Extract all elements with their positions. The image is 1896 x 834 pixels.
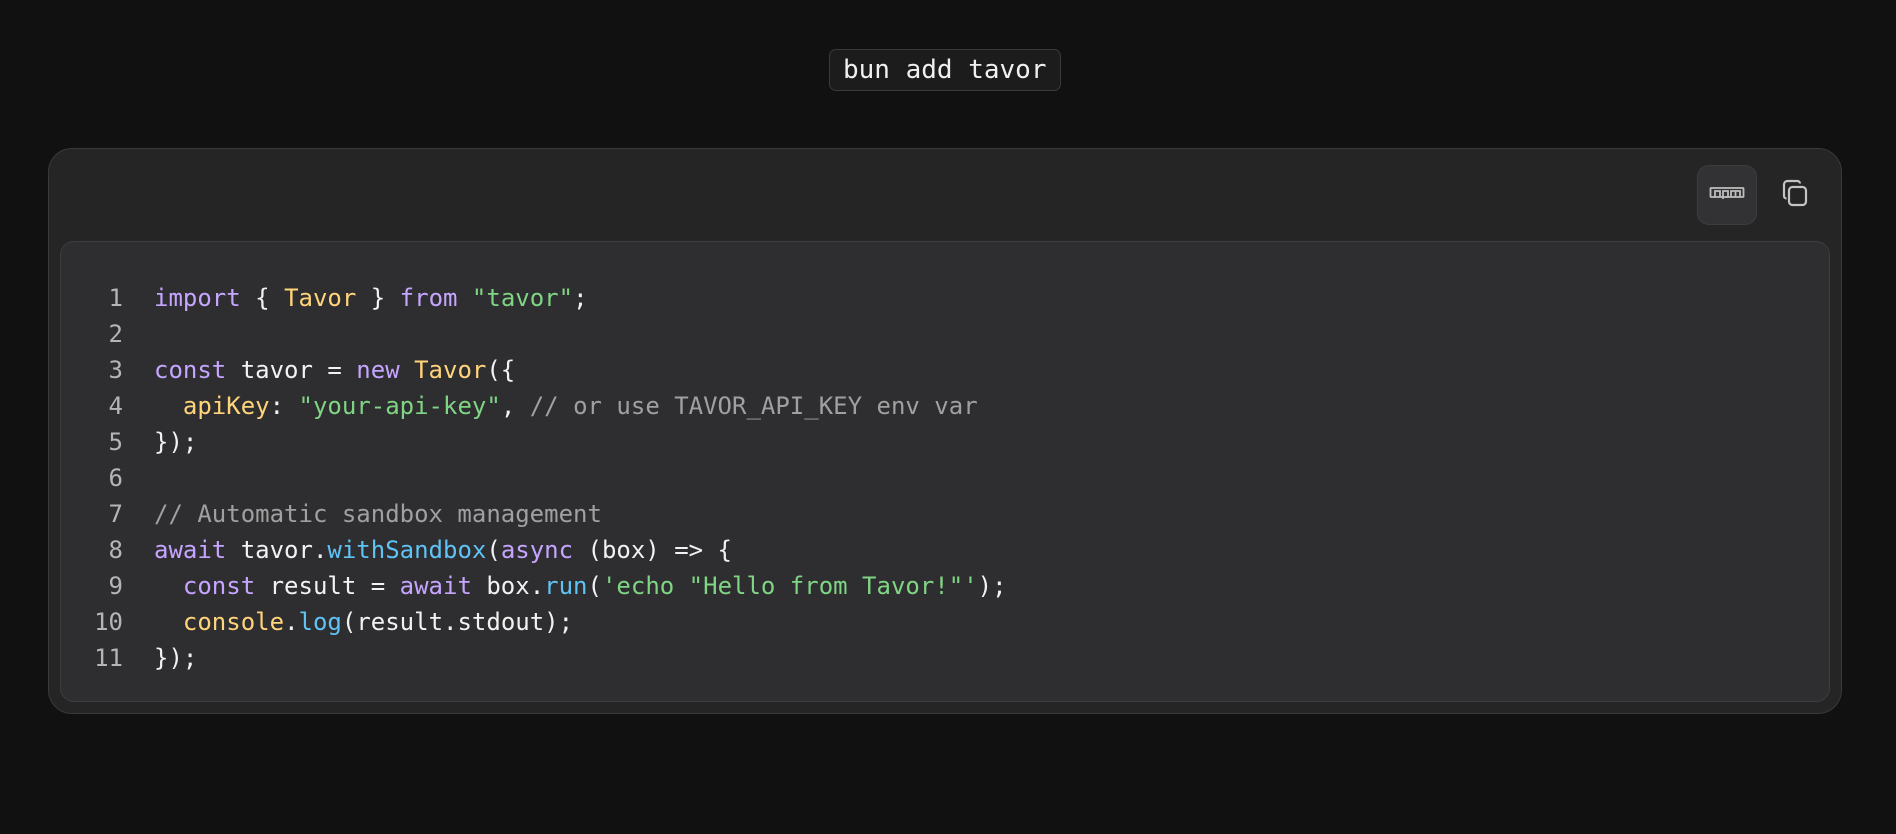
code-token: const [182,572,256,600]
copy-button[interactable] [1765,165,1825,225]
code-line: 7 // Automatic sandbox management [61,496,1829,532]
code-token: "tavor" [471,284,574,312]
code-token: from [399,284,458,312]
code-text: apiKey: "your-api-key", // or use TAVOR_… [154,388,978,424]
code-token: } [356,284,400,312]
code-token: await [154,536,227,564]
code-token: result = [255,572,400,600]
code-token: Tavor [284,284,357,312]
code-line: 8 await tavor.withSandbox(async (box) => … [61,532,1829,568]
code-token: tavor. [226,536,328,564]
code-text: }); [154,424,197,460]
copy-icon [1779,177,1811,213]
code-line: 1 import { Tavor } from "tavor"; [61,280,1829,316]
npm-icon [1709,183,1745,207]
code-line: 5}); [61,424,1829,460]
line-number: 7 [108,500,123,528]
code-token: 'echo "Hello from Tavor!"' [601,572,978,600]
code-token: // Automatic sandbox management [154,500,602,528]
code-token: tavor = [226,356,357,384]
line-number: 5 [108,428,123,456]
code-token: run [544,572,588,600]
line-number: 10 [94,608,123,636]
code-line: 9 const result = await box.run('echo "He… [61,568,1829,604]
code-text: console.log(result.stdout); [154,604,573,640]
line-number: 1 [108,284,123,312]
code-token: ( [587,572,602,600]
code-text: // Automatic sandbox management [154,496,602,532]
code-text: const tavor = new Tavor({ [154,352,515,388]
code-text: import { Tavor } from "tavor"; [154,280,588,316]
code-token: : [269,392,299,420]
code-token: }); [154,428,198,456]
code-text: await tavor.withSandbox(async (box) => { [154,532,732,568]
code-token: ( [486,536,501,564]
code-block[interactable]: 1 import { Tavor } from "tavor"; 2 3 const t… [60,241,1830,702]
line-number: 9 [108,572,123,600]
code-line: 2 [61,316,1829,352]
code-token: { [240,284,285,312]
code-token: box. [471,572,545,600]
code-token: ); [977,572,1007,600]
code-line: 6 [61,460,1829,496]
line-number: 11 [94,644,123,672]
line-number: 4 [108,392,123,420]
code-token: // or use TAVOR_API_KEY env var [529,392,978,420]
code-example-card: 1 import { Tavor } from "tavor"; 2 3 const t… [48,148,1842,714]
code-token: import [154,284,241,312]
code-token: new [356,356,400,384]
code-token: apiKey [182,392,270,420]
code-token: const [154,356,227,384]
line-number: 2 [108,320,123,348]
code-token: , [500,392,530,420]
code-text: const result = await box.run('echo "Hell… [154,568,1007,604]
code-token: await [399,572,472,600]
code-token: . [284,608,299,636]
code-token: log [298,608,342,636]
code-line: 3 const tavor = new Tavor({ [61,352,1829,388]
code-token: console [182,608,285,636]
install-command[interactable]: bun add tavor [829,49,1061,91]
code-line: 10 console.log(result.stdout); [61,604,1829,640]
line-number: 8 [108,536,123,564]
code-token: }); [154,644,198,672]
code-token: "your-api-key" [298,392,501,420]
line-number: 6 [108,464,123,492]
code-token: withSandbox [327,536,487,564]
code-line: 11}); [61,640,1829,676]
code-token: ; [573,284,588,312]
npm-tab-button[interactable] [1697,165,1757,225]
code-text: }); [154,640,197,676]
code-token: ({ [486,356,516,384]
code-token: Tavor [414,356,487,384]
code-token: (box) => { [573,536,733,564]
code-line: 4 apiKey: "your-api-key", // or use TAVO… [61,388,1829,424]
line-number: 3 [108,356,123,384]
code-token: (result.stdout); [341,608,574,636]
code-token: async [500,536,574,564]
